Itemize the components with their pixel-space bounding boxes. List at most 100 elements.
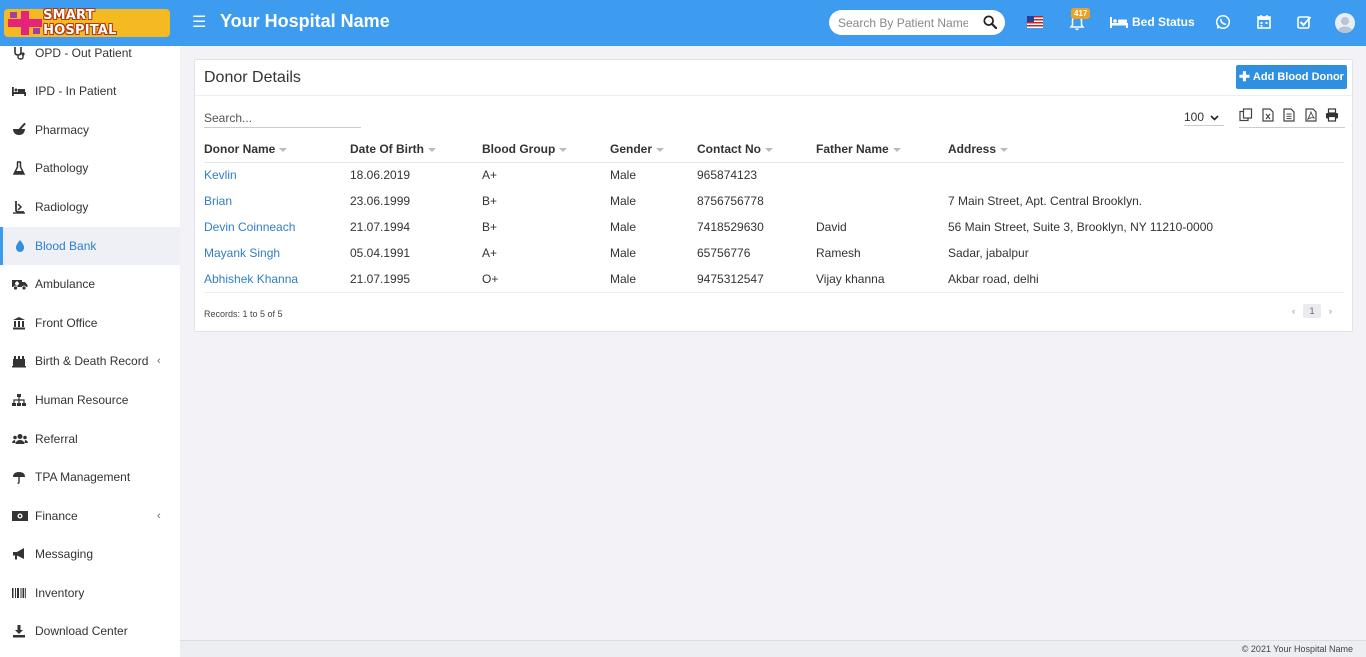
- page-length-select[interactable]: 100: [1184, 110, 1224, 126]
- download-icon: [13, 625, 25, 638]
- pager-prev-button[interactable]: ‹: [1292, 306, 1295, 316]
- cell-gender: Male: [610, 246, 637, 260]
- cell-gender: Male: [610, 168, 637, 183]
- column-header-address[interactable]: Address: [948, 136, 1344, 163]
- sidebar-item-download-center[interactable]: Download Center: [0, 612, 180, 650]
- sidebar-item-finance[interactable]: Finance ‹: [0, 497, 180, 535]
- table-row: Mayank Singh 05.04.1991 A+ Male 65756776…: [204, 240, 1344, 266]
- column-header-date-of-birth[interactable]: Date Of Birth: [350, 136, 482, 163]
- page-title: Donor Details: [204, 69, 301, 86]
- add-blood-donor-button[interactable]: ✚ Add Blood Donor: [1236, 65, 1347, 89]
- money-icon: [12, 511, 28, 521]
- tasks-checkbox-icon[interactable]: [1296, 14, 1312, 30]
- barcode-icon: [12, 588, 26, 598]
- donor-name-link[interactable]: Abhishek Khanna: [204, 272, 298, 286]
- pager-page-1[interactable]: 1: [1303, 304, 1321, 318]
- bed-icon: [12, 87, 26, 96]
- sidebar-item-human-resource[interactable]: Human Resource: [0, 381, 180, 419]
- sidebar-item-birth-death-record[interactable]: Birth & Death Record ‹: [0, 342, 180, 380]
- sidebar-item-radiology[interactable]: Radiology: [0, 188, 180, 226]
- column-header-contact-no[interactable]: Contact No: [697, 136, 816, 163]
- cell-father-name: Ramesh: [816, 246, 861, 260]
- cell-contact: 9475312547: [697, 266, 816, 293]
- cell-contact: 965874123: [697, 168, 758, 183]
- csv-icon[interactable]: [1282, 108, 1296, 122]
- cell-address: 7 Main Street, Apt. Central Brooklyn.: [948, 194, 1143, 208]
- sidebar-item-pathology[interactable]: Pathology: [0, 149, 180, 187]
- sidebar-item-blood-bank[interactable]: Blood Bank: [0, 227, 180, 265]
- xray-icon: [13, 201, 25, 214]
- column-header-gender[interactable]: Gender: [610, 136, 697, 163]
- plus-icon: ✚: [1239, 69, 1250, 84]
- menu-toggle-icon[interactable]: ☰: [192, 14, 206, 32]
- cell-dob: 21.07.1995: [350, 266, 482, 293]
- sidebar-item-front-office[interactable]: Front Office: [0, 304, 180, 342]
- sidebar-item-ipd[interactable]: IPD - In Patient: [0, 72, 180, 110]
- cell-blood-group: A+: [482, 246, 498, 260]
- pdf-icon[interactable]: [1304, 108, 1318, 122]
- cell-father-name: Vijay khanna: [816, 266, 948, 293]
- records-info: Records: 1 to 5 of 5: [204, 309, 283, 319]
- calendar-icon[interactable]: [1256, 14, 1272, 30]
- patient-search-input[interactable]: [838, 15, 968, 30]
- cell-dob: 23.06.1999: [350, 194, 411, 208]
- footer-copyright: © 2021 Your Hospital Name: [1241, 644, 1353, 654]
- sidebar-item-tpa-management[interactable]: TPA Management: [0, 458, 180, 496]
- sidebar-item-ambulance[interactable]: Ambulance: [0, 265, 180, 303]
- cell-contact: 8756756778: [697, 194, 764, 208]
- user-avatar-icon: [1337, 17, 1353, 33]
- flask-icon: [12, 161, 26, 175]
- bed-status-label: Bed Status: [1132, 15, 1195, 29]
- cell-address: Sadar, jabalpur: [948, 246, 1029, 260]
- cell-blood-group: B+: [482, 194, 498, 208]
- card-header: Donor Details ✚ Add Blood Donor: [195, 60, 1352, 96]
- footer: © 2021 Your Hospital Name: [180, 640, 1366, 657]
- whatsapp-icon[interactable]: [1215, 14, 1231, 30]
- sidebar-item-referral[interactable]: Referral: [0, 420, 180, 458]
- table-header-row: Donor Name Date Of Birth Blood Group Gen…: [204, 136, 1344, 163]
- donor-name-link[interactable]: Mayank Singh: [204, 246, 280, 260]
- sidebar-item-pharmacy[interactable]: Pharmacy: [0, 111, 180, 149]
- sidebar-item-inventory[interactable]: Inventory: [0, 574, 180, 612]
- column-header-father-name[interactable]: Father Name: [816, 136, 948, 163]
- export-buttons: [1239, 108, 1345, 128]
- sidebar-item-messaging[interactable]: Messaging: [0, 535, 180, 573]
- cell-contact: 7418529630: [697, 220, 764, 234]
- stethoscope-icon: [14, 47, 25, 60]
- column-header-donor-name[interactable]: Donor Name: [204, 136, 350, 163]
- print-icon[interactable]: [1325, 108, 1339, 122]
- donor-name-link[interactable]: Kevlin: [204, 168, 237, 182]
- excel-icon[interactable]: [1261, 108, 1275, 122]
- chevron-down-icon: [1210, 115, 1219, 121]
- bed-icon: [1110, 17, 1128, 28]
- notification-badge: 417: [1071, 8, 1091, 19]
- cell-gender: Male: [610, 266, 697, 293]
- patient-search: [829, 10, 1005, 35]
- cell-blood-group: B+: [482, 220, 498, 234]
- donor-name-link[interactable]: Devin Coinneach: [204, 220, 295, 234]
- donor-name-link[interactable]: Brian: [204, 194, 232, 208]
- user-avatar[interactable]: [1335, 13, 1355, 33]
- table-search-input[interactable]: [204, 108, 361, 128]
- cell-dob: 05.04.1991: [350, 246, 411, 260]
- cell-gender: Male: [610, 220, 637, 234]
- sort-icon: [765, 147, 773, 152]
- cell-blood-group: O+: [482, 266, 610, 293]
- table-row: Kevlin 18.06.2019 A+ Male 965874123: [204, 162, 1344, 188]
- bed-status-link[interactable]: Bed Status: [1110, 15, 1195, 29]
- sort-icon: [559, 147, 568, 152]
- hospital-name: Your Hospital Name: [220, 11, 390, 31]
- us-flag-icon[interactable]: [1027, 16, 1043, 28]
- app-logo[interactable]: SMART HOSPITAL: [4, 8, 170, 38]
- table-row: Abhishek Khanna 21.07.1995 O+ Male 94753…: [204, 266, 1344, 293]
- top-header: SMART HOSPITAL ☰ Your Hospital Name 417 …: [0, 0, 1366, 46]
- baby-icon: [12, 356, 26, 368]
- search-icon[interactable]: [983, 15, 997, 29]
- pager-next-button[interactable]: ›: [1329, 306, 1332, 316]
- pagination: ‹ 1 ›: [1292, 304, 1332, 318]
- copy-icon[interactable]: [1239, 108, 1253, 122]
- cell-dob: 21.07.1994: [350, 220, 411, 234]
- donor-details-card: Donor Details ✚ Add Blood Donor 100 Dono…: [194, 59, 1353, 332]
- column-header-blood-group[interactable]: Blood Group: [482, 136, 610, 163]
- sidebar-item-opd[interactable]: OPD - Out Patient: [0, 34, 180, 72]
